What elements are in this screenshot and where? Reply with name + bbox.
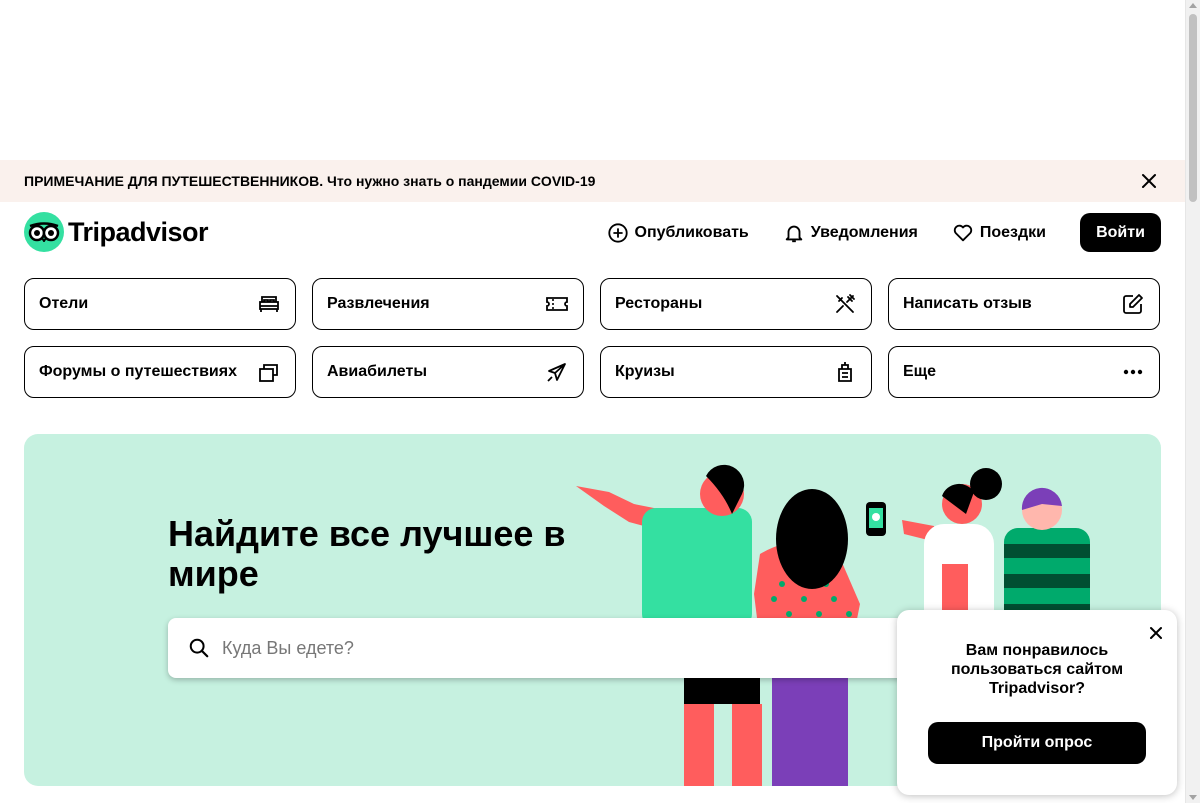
- notifications-link[interactable]: Уведомления: [783, 222, 918, 244]
- search-input[interactable]: [222, 637, 822, 659]
- utensils-icon: [836, 294, 855, 313]
- survey-popup: Вам понравилось пользоваться сайтом Trip…: [897, 610, 1177, 795]
- logo-text: Tripadvisor: [68, 216, 209, 247]
- category-flights[interactable]: Авиабилеты: [312, 346, 584, 398]
- notifications-label: Уведомления: [810, 223, 918, 241]
- scroll-down-icon[interactable]: [1189, 795, 1197, 800]
- forum-icon: [259, 364, 278, 382]
- category-forums[interactable]: Форумы о путешествиях: [24, 346, 296, 398]
- heart-icon: [953, 224, 973, 241]
- tripadvisor-logo[interactable]: Tripadvisor: [24, 212, 209, 252]
- trips-link[interactable]: Поездки: [952, 222, 1046, 244]
- scroll-thumb[interactable]: [1189, 14, 1197, 202]
- category-more[interactable]: Еще: [888, 346, 1160, 398]
- category-grid: Отели Развлечения Рестораны Написать отз…: [24, 278, 1161, 398]
- ship-icon: [838, 362, 852, 382]
- category-label: Еще: [903, 363, 937, 380]
- hero-title: Найдите все лучшее в мире: [168, 513, 566, 594]
- bed-icon: [259, 296, 279, 312]
- edit-icon: [1123, 294, 1143, 314]
- category-hotels[interactable]: Отели: [24, 278, 296, 330]
- category-attractions[interactable]: Развлечения: [312, 278, 584, 330]
- category-label: Форумы о путешествиях: [39, 363, 237, 380]
- more-icon: [1123, 369, 1143, 375]
- close-icon[interactable]: [1141, 173, 1157, 189]
- header-nav: Опубликовать Уведомления Поездки Войти: [573, 213, 1161, 252]
- take-survey-button[interactable]: Пройти опрос: [928, 722, 1146, 764]
- scroll-up-icon[interactable]: [1189, 3, 1197, 8]
- publish-link[interactable]: Опубликовать: [607, 222, 749, 244]
- covid-banner[interactable]: ПРИМЕЧАНИЕ ДЛЯ ПУТЕШЕСТВЕННИКОВ. Что нуж…: [0, 160, 1185, 202]
- page-scrollbar[interactable]: [1185, 0, 1200, 803]
- category-write-review[interactable]: Написать отзыв: [888, 278, 1160, 330]
- category-restaurants[interactable]: Рестораны: [600, 278, 872, 330]
- owl-logo-icon: [24, 212, 64, 252]
- close-icon[interactable]: [1149, 626, 1163, 640]
- bell-icon: [785, 225, 803, 242]
- category-label: Рестораны: [615, 295, 703, 312]
- plane-icon: [547, 363, 566, 382]
- banner-text[interactable]: ПРИМЕЧАНИЕ ДЛЯ ПУТЕШЕСТВЕННИКОВ. Что нуж…: [24, 173, 595, 189]
- site-header: Tripadvisor Опубликовать Уведомления Пое…: [0, 202, 1185, 262]
- page: ПРИМЕЧАНИЕ ДЛЯ ПУТЕШЕСТВЕННИКОВ. Что нуж…: [0, 0, 1200, 803]
- publish-label: Опубликовать: [634, 223, 749, 241]
- category-label: Развлечения: [327, 295, 430, 312]
- category-label: Круизы: [615, 363, 675, 380]
- login-button[interactable]: Войти: [1080, 213, 1161, 252]
- trips-label: Поездки: [979, 223, 1046, 241]
- category-label: Отели: [39, 295, 89, 312]
- category-cruises[interactable]: Круизы: [600, 346, 872, 398]
- search-bar[interactable]: [168, 618, 928, 678]
- ticket-icon: [546, 297, 568, 311]
- category-label: Написать отзыв: [903, 295, 1032, 312]
- plus-circle-icon: [607, 222, 628, 243]
- category-label: Авиабилеты: [327, 363, 427, 380]
- survey-question: Вам понравилось пользоваться сайтом Trip…: [950, 642, 1124, 697]
- search-icon: [189, 638, 209, 658]
